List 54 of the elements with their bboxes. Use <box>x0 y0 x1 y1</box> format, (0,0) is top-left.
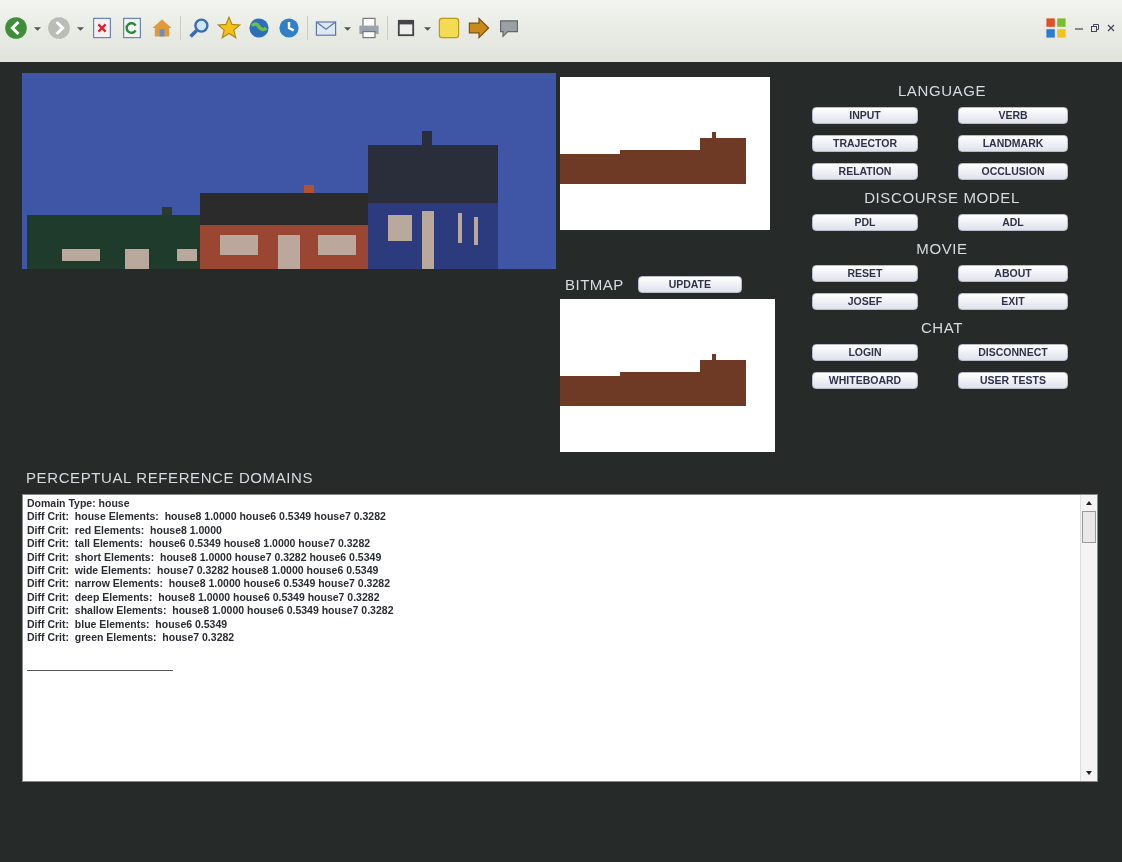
note-icon[interactable] <box>437 16 461 40</box>
search-icon[interactable] <box>187 16 211 40</box>
panel-button[interactable]: PDL <box>812 214 918 231</box>
scrollbar[interactable] <box>1080 495 1097 781</box>
windows-logo-icon <box>1044 16 1068 40</box>
panel-button[interactable]: RESET <box>812 265 918 282</box>
domain-line: Diff Crit: deep Elements: house8 1.0000 house6 0.5349 house7 0.3282 <box>27 590 381 605</box>
panel-button[interactable]: DISCONNECT <box>958 344 1068 361</box>
back-icon[interactable] <box>4 16 28 40</box>
stop-icon[interactable] <box>90 16 114 40</box>
section-heading: MOVIE <box>915 240 969 257</box>
close-icon[interactable] <box>1106 23 1116 33</box>
domain-line: Diff Crit: red Elements: house8 1.0000 <box>27 523 223 538</box>
domain-line: Diff Crit: short Elements: house8 1.0000 house7 0.3282 house6 0.5349 <box>27 550 383 565</box>
domain-line: Diff Crit: green Elements: house7 0.3282 <box>27 631 236 645</box>
panel-button[interactable]: EXIT <box>958 293 1068 310</box>
dropdown-arrow-icon[interactable] <box>344 24 351 32</box>
panel-button[interactable]: OCCLUSION <box>958 163 1068 180</box>
domain-line: Diff Crit: narrow Elements: house8 1.0000 house6 0.5349 house7 0.3282 <box>27 577 391 591</box>
domain-line: Domain Type: house <box>27 497 131 511</box>
domain-line: Diff Crit: wide Elements: house7 0.3282 house8 1.0000 house6 0.5349 <box>27 564 380 578</box>
printer-icon[interactable] <box>357 16 381 40</box>
panel-button[interactable]: VERB <box>958 107 1068 124</box>
restore-icon[interactable] <box>1090 23 1100 33</box>
panel-button[interactable]: LOGIN <box>812 344 918 361</box>
section-heading: LANGUAGE <box>896 82 988 99</box>
section-heading: CHAT <box>919 319 965 336</box>
panel-button[interactable]: WHITEBOARD <box>812 372 918 389</box>
panel-button[interactable]: RELATION <box>812 163 918 180</box>
domains-text-area[interactable] <box>22 494 1098 782</box>
panel-button[interactable]: INPUT <box>812 107 918 124</box>
arrow-right-icon[interactable] <box>467 16 491 40</box>
panel-button[interactable]: USER TESTS <box>958 372 1068 389</box>
panel-button[interactable]: ABOUT <box>958 265 1068 282</box>
scroll-thumb[interactable] <box>1082 511 1096 543</box>
update-button[interactable]: UPDATE <box>637 276 742 293</box>
panel-button[interactable]: ADL <box>958 214 1068 231</box>
refresh-icon[interactable] <box>120 16 144 40</box>
panel-button[interactable]: TRAJECTOR <box>812 135 918 152</box>
domains-title: PERCEPTUAL REFERENCE DOMAINS <box>26 469 315 486</box>
domain-line: Diff Crit: tall Elements: house6 0.5349 house8 1.0000 house7 0.3282 <box>27 537 372 551</box>
dropdown-arrow-icon[interactable] <box>34 24 41 32</box>
domain-line: Diff Crit: shallow Elements: house8 1.0000 house6 0.5349 house7 0.3282 <box>27 604 395 618</box>
domain-line: Diff Crit: blue Elements: house6 0.5349 <box>27 617 229 632</box>
globe-icon[interactable] <box>247 16 271 40</box>
domain-line: Diff Crit: house Elements: house8 1.0000 house6 0.5349 house7 0.3282 <box>27 510 387 524</box>
dropdown-arrow-icon[interactable] <box>424 24 431 32</box>
bitmap-label: BITMAP <box>565 276 624 293</box>
panel-button[interactable]: JOSEF <box>812 293 918 310</box>
panel-button[interactable]: LANDMARK <box>958 135 1068 152</box>
section-heading: DISCOURSE MODEL <box>863 189 1021 206</box>
star-icon[interactable] <box>217 16 241 40</box>
clock-icon[interactable] <box>277 16 301 40</box>
dropdown-arrow-icon[interactable] <box>77 24 84 32</box>
